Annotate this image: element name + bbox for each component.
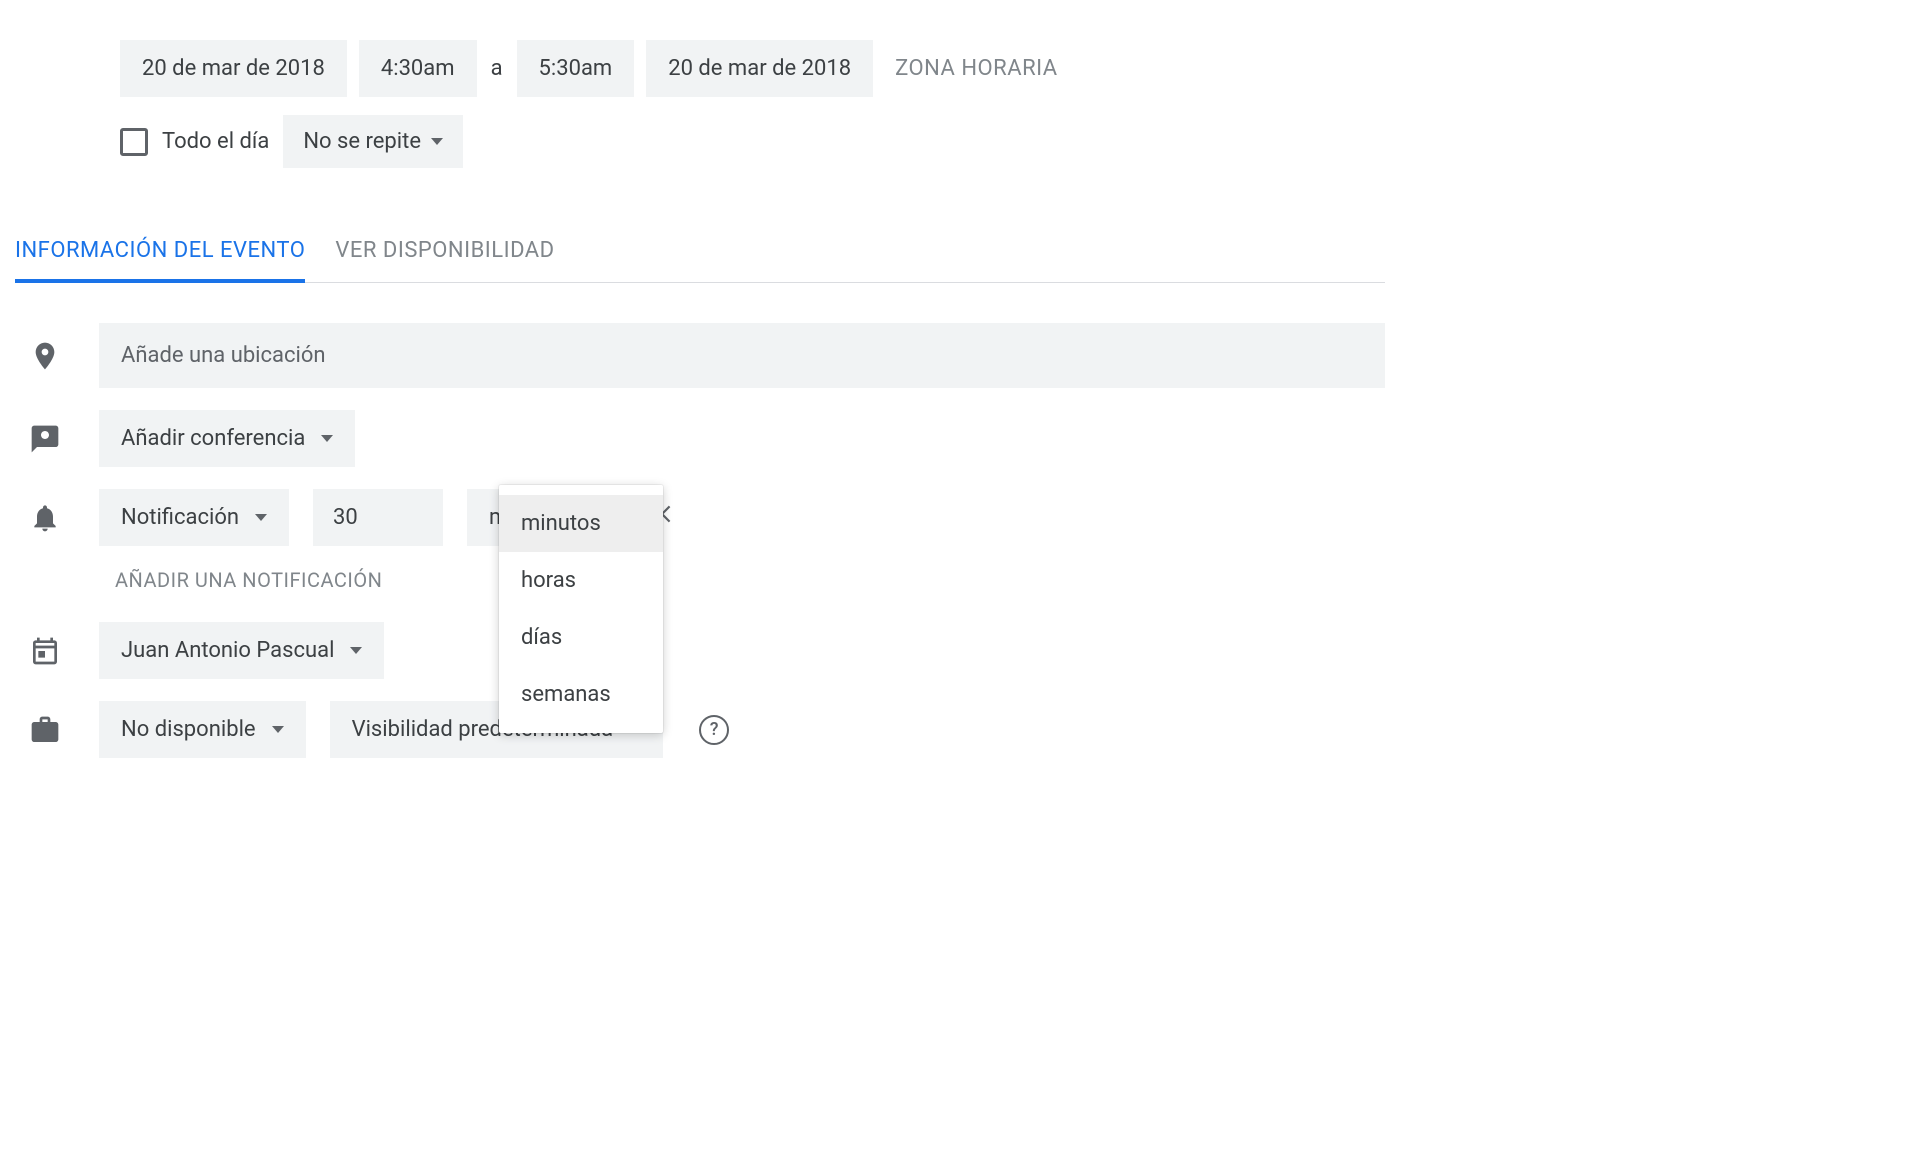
end-time-field[interactable]: 5:30am — [517, 40, 635, 97]
notification-unit-menu: minutos horas días semanas — [499, 485, 663, 733]
calendar-owner-label: Juan Antonio Pascual — [121, 638, 334, 663]
chevron-down-icon — [272, 726, 284, 733]
tab-event-info[interactable]: INFORMACIÓN DEL EVENTO — [15, 238, 305, 283]
availability-label: No disponible — [121, 717, 256, 742]
notification-type-dropdown[interactable]: Notificación — [99, 489, 289, 546]
chevron-down-icon — [321, 435, 333, 442]
tab-availability[interactable]: VER DISPONIBILIDAD — [335, 238, 554, 283]
notification-type-label: Notificación — [121, 505, 239, 530]
tabs: INFORMACIÓN DEL EVENTO VER DISPONIBILIDA… — [15, 238, 1385, 283]
location-input[interactable] — [99, 323, 1385, 388]
add-notification-link[interactable]: AÑADIR UNA NOTIFICACIÓN — [115, 568, 1385, 592]
checkbox-icon — [120, 128, 148, 156]
calendar-owner-dropdown[interactable]: Juan Antonio Pascual — [99, 622, 384, 679]
conference-icon — [15, 423, 75, 455]
help-icon[interactable]: ? — [699, 715, 729, 745]
briefcase-icon — [15, 714, 75, 746]
availability-dropdown[interactable]: No disponible — [99, 701, 306, 758]
timezone-link[interactable]: ZONA HORARIA — [895, 56, 1058, 81]
chevron-down-icon — [255, 514, 267, 521]
unit-option-minutes[interactable]: minutos — [499, 495, 663, 552]
end-date-field[interactable]: 20 de mar de 2018 — [646, 40, 873, 97]
all-day-label: Todo el día — [162, 129, 269, 154]
chevron-down-icon — [350, 647, 362, 654]
repeat-label: No se repite — [303, 129, 421, 154]
start-date-field[interactable]: 20 de mar de 2018 — [120, 40, 347, 97]
notification-value-input[interactable] — [313, 489, 443, 546]
chevron-down-icon — [431, 138, 443, 145]
unit-option-days[interactable]: días — [499, 609, 663, 666]
to-label: a — [489, 56, 505, 81]
calendar-icon — [15, 635, 75, 667]
unit-option-weeks[interactable]: semanas — [499, 666, 663, 723]
all-day-checkbox[interactable]: Todo el día — [120, 128, 269, 156]
unit-option-hours[interactable]: horas — [499, 552, 663, 609]
repeat-dropdown[interactable]: No se repite — [283, 115, 463, 168]
add-conference-label: Añadir conferencia — [121, 426, 305, 451]
add-conference-dropdown[interactable]: Añadir conferencia — [99, 410, 355, 467]
location-icon — [15, 340, 75, 372]
bell-icon — [15, 502, 75, 534]
start-time-field[interactable]: 4:30am — [359, 40, 477, 97]
